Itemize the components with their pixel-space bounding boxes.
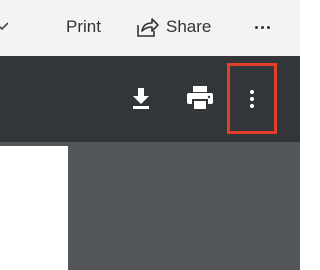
- share-button[interactable]: Share: [136, 12, 211, 42]
- print-button[interactable]: Print: [66, 16, 101, 38]
- app-more-options-button[interactable]: [249, 14, 275, 40]
- print-icon[interactable]: [186, 85, 214, 111]
- browser-window: Print Share: [0, 0, 300, 270]
- download-icon[interactable]: [129, 86, 153, 110]
- pdf-viewer-toolbar: [0, 56, 300, 142]
- document-viewer[interactable]: [0, 142, 300, 270]
- document-page: [0, 146, 68, 270]
- app-toolbar: Print Share: [0, 0, 300, 56]
- vertical-ellipsis-icon: [250, 89, 254, 108]
- share-label: Share: [166, 17, 212, 36]
- horizontal-ellipsis-icon: [254, 25, 270, 29]
- chevron-down-icon[interactable]: [0, 12, 8, 42]
- more-options-button[interactable]: [227, 63, 277, 134]
- share-icon: [137, 18, 159, 37]
